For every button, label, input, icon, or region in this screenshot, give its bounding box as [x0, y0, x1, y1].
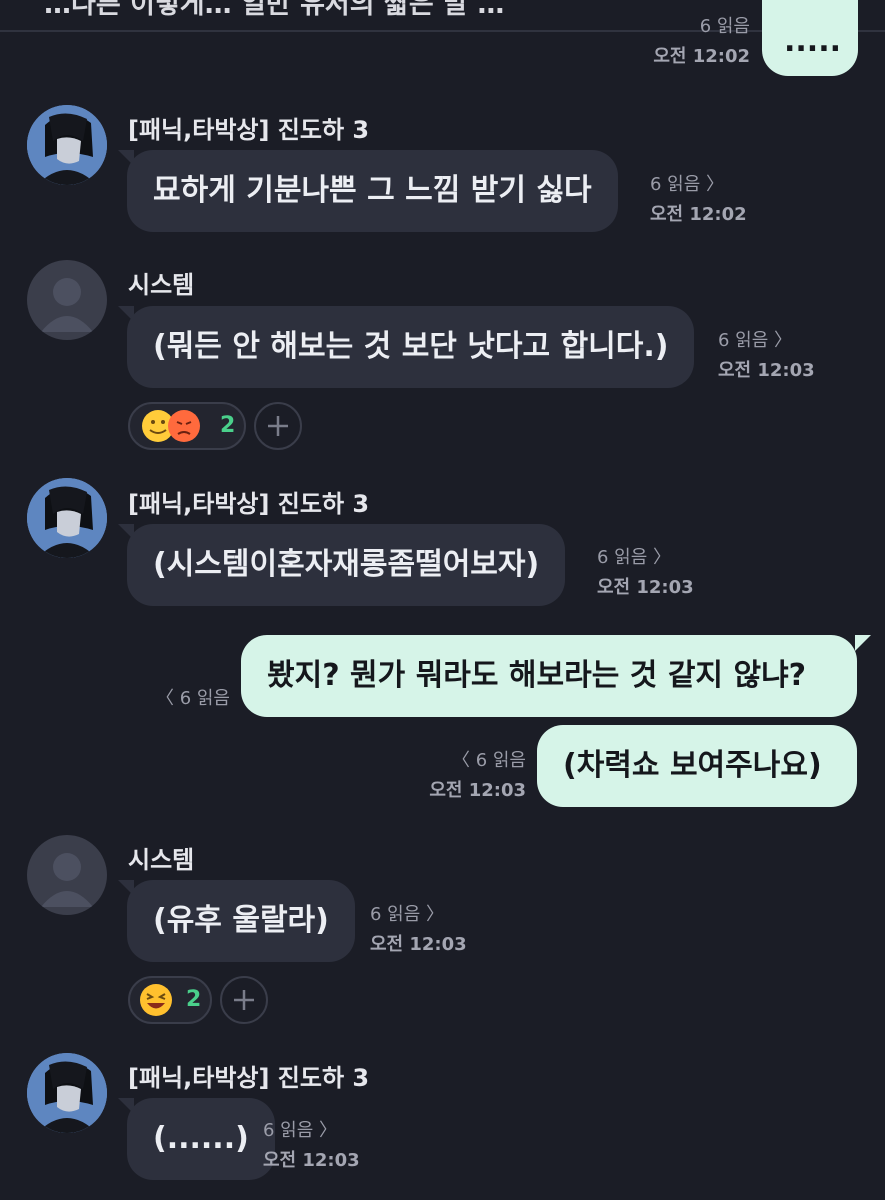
- default-avatar[interactable]: [27, 260, 107, 340]
- read-count-text: 6 읽음: [650, 174, 701, 195]
- grinning-thumbs-up-emoji-icon: [142, 410, 200, 442]
- message-bubble-incoming[interactable]: (유후 울랄라): [127, 880, 355, 962]
- chevron-right-icon: 〉: [653, 547, 672, 568]
- read-count[interactable]: 6 읽음 〉: [370, 902, 467, 928]
- timestamp: 오전 12:03: [370, 934, 467, 955]
- timestamp: 오전 12:02: [653, 46, 750, 67]
- add-reaction-button[interactable]: [254, 402, 302, 450]
- character-portrait-icon: [27, 478, 107, 558]
- timestamp: 오전 12:03: [597, 577, 694, 598]
- message-meta: 6 읽음 〉 오전 12:03: [263, 1118, 360, 1174]
- chevron-right-icon: 〉: [774, 330, 793, 351]
- chevron-left-icon: 〈: [155, 688, 174, 709]
- sender-name: [패닉,타박상] 진도하 3: [128, 116, 370, 144]
- reaction-count: 2: [220, 413, 236, 438]
- message-meta: 6 읽음 〉 오전 12:03: [370, 902, 467, 958]
- sender-name: 시스템: [128, 846, 195, 874]
- timestamp: 오전 12:03: [718, 360, 815, 381]
- message-meta: 〈 6 읽음: [130, 686, 230, 712]
- read-count-text: 6 읽음: [370, 904, 421, 925]
- read-count[interactable]: 〈 6 읽음: [130, 686, 230, 712]
- message-meta: 6 읽음 〉 오전 12:03: [597, 545, 694, 601]
- reaction-badge[interactable]: 2: [128, 976, 212, 1024]
- bubble-tail: [855, 635, 871, 651]
- message-bubble-incoming[interactable]: 묘하게 기분나쁜 그 느낌 받기 싫다: [127, 150, 618, 232]
- read-count-text: 6 읽음: [475, 750, 526, 771]
- top-notice-banner[interactable]: …다른 이렇게… 일반 유저의 짧은 말 …: [0, 0, 885, 32]
- message-bubble-incoming[interactable]: (......): [127, 1098, 275, 1180]
- read-count-text: 6 읽음: [718, 330, 769, 351]
- plus-icon: [234, 990, 254, 1010]
- message-bubble-outgoing[interactable]: .....: [762, 0, 858, 76]
- read-count[interactable]: 6 읽음 〉: [650, 172, 747, 198]
- timestamp: 오전 12:03: [263, 1150, 360, 1171]
- top-notice-text: …다른 이렇게… 일반 유저의 짧은 말 …: [44, 0, 505, 20]
- message-bubble-incoming[interactable]: (뭐든 안 해보는 것 보단 낫다고 합니다.): [127, 306, 695, 388]
- person-silhouette-icon: [41, 853, 93, 907]
- reaction-count: 2: [186, 987, 202, 1012]
- default-avatar[interactable]: [27, 835, 107, 915]
- laughing-face-emoji-icon: [140, 984, 172, 1016]
- character-avatar[interactable]: [27, 105, 107, 185]
- read-count[interactable]: 〈 6 읽음: [400, 748, 526, 774]
- read-count[interactable]: 6 읽음 〉: [597, 545, 694, 571]
- timestamp: 오전 12:02: [650, 204, 747, 225]
- character-portrait-icon: [27, 105, 107, 185]
- message-meta: 6 읽음 〉 오전 12:02: [650, 172, 747, 228]
- read-count[interactable]: 6 읽음 〉: [263, 1118, 360, 1144]
- read-count-text: 6 읽음: [263, 1120, 314, 1141]
- message-bubble-outgoing[interactable]: 봤지? 뭔가 뭐라도 해보라는 것 같지 않냐?: [241, 635, 857, 717]
- character-avatar[interactable]: [27, 1053, 107, 1133]
- sender-name: [패닉,타박상] 진도하 3: [128, 1064, 370, 1092]
- add-reaction-button[interactable]: [220, 976, 268, 1024]
- plus-icon: [268, 416, 288, 436]
- read-count[interactable]: 6 읽음 〉: [718, 328, 815, 354]
- person-silhouette-icon: [41, 278, 93, 332]
- read-count-text: 6 읽음: [179, 688, 230, 709]
- message-meta: 〈 6 읽음 오전 12:03: [400, 748, 526, 804]
- chevron-right-icon: 〉: [706, 174, 725, 195]
- message-meta: 6 읽음 오전 12:02: [620, 14, 750, 70]
- message-meta: 6 읽음 〉 오전 12:03: [718, 328, 815, 384]
- chevron-left-icon: 〈: [451, 750, 470, 771]
- sender-name: 시스템: [128, 271, 195, 299]
- chevron-right-icon: 〉: [319, 1120, 338, 1141]
- character-portrait-icon: [27, 1053, 107, 1133]
- read-count[interactable]: 6 읽음: [620, 14, 750, 40]
- timestamp: 오전 12:03: [429, 780, 526, 801]
- chevron-right-icon: 〉: [426, 904, 445, 925]
- character-avatar[interactable]: [27, 478, 107, 558]
- message-bubble-outgoing[interactable]: (차력쇼 보여주나요): [537, 725, 857, 807]
- sender-name: [패닉,타박상] 진도하 3: [128, 490, 370, 518]
- reaction-badge[interactable]: 2: [128, 402, 246, 450]
- message-bubble-incoming[interactable]: (시스템이혼자재롱좀떨어보자): [127, 524, 566, 606]
- read-count-text: 6 읽음: [597, 547, 648, 568]
